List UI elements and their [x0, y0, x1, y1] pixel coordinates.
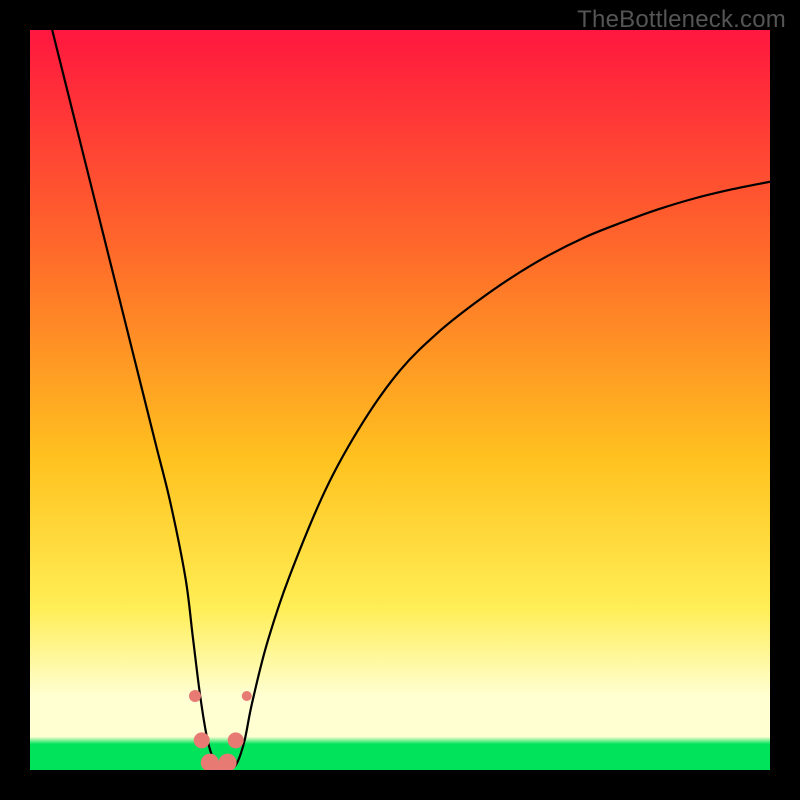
plot-area [30, 30, 770, 770]
marker-dot [194, 732, 210, 748]
marker-dot [242, 691, 252, 701]
chart-frame: TheBottleneck.com [0, 0, 800, 800]
bottleneck-curve [52, 30, 770, 770]
marker-dot [228, 732, 244, 748]
curve-layer [30, 30, 770, 770]
marker-dot [189, 690, 201, 702]
marker-dot [219, 754, 237, 770]
highlighted-range-markers [189, 690, 252, 770]
